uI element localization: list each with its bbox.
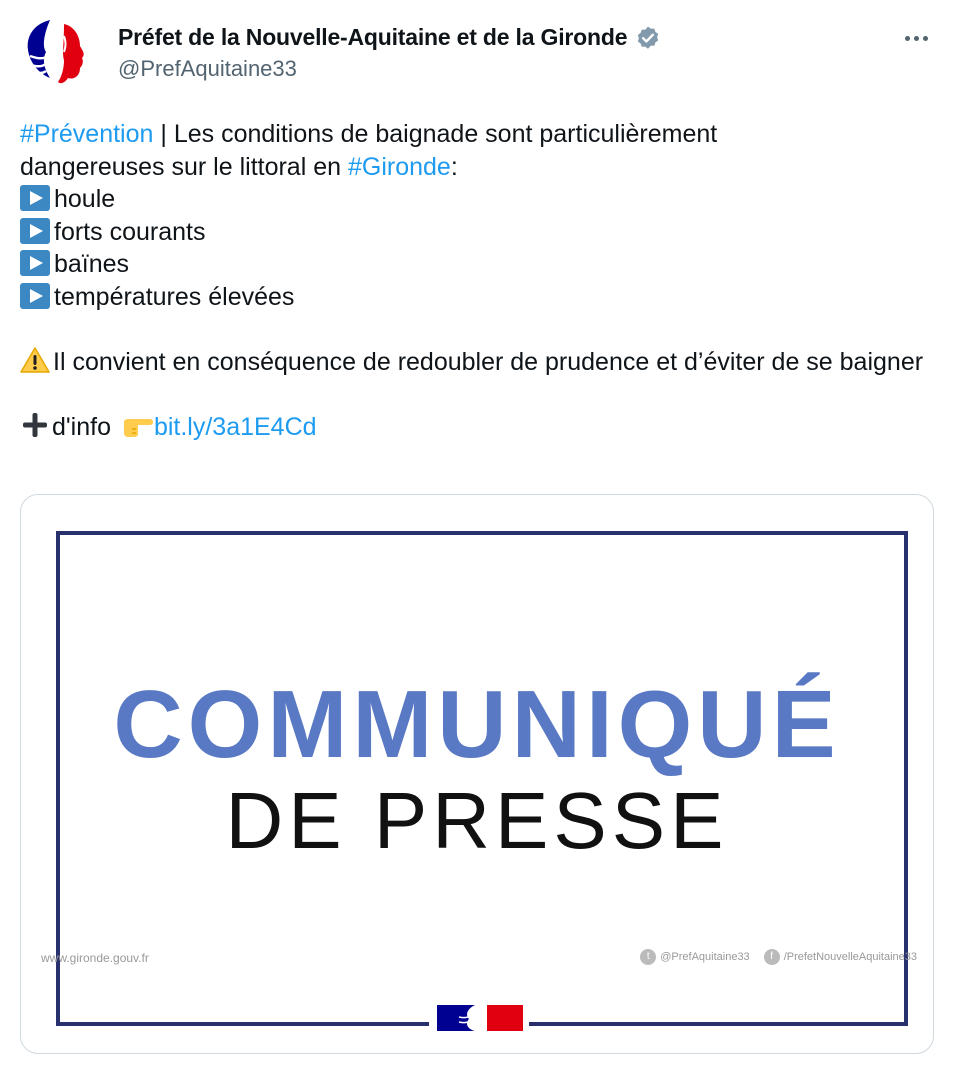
plus-icon <box>23 412 47 437</box>
bullet-label: forts courants <box>54 217 206 246</box>
twitter-handle: @PrefAquitaine33 <box>660 951 750 963</box>
warning-icon <box>20 346 50 373</box>
bullet-label: températures élevées <box>54 282 295 311</box>
tweet-text: #Prévention | Les conditions de baignade… <box>20 118 930 443</box>
bitly-link[interactable]: bit.ly/3a1E4Cd <box>154 413 317 441</box>
bullet-item: températures élevées <box>20 281 930 314</box>
tweet-line: dangereuses sur le littoral en #Gironde: <box>20 151 930 184</box>
marianne-logo-avatar[interactable] <box>20 16 100 86</box>
warning-line: Il convient en conséquence de redoubler … <box>20 346 930 379</box>
tweet-text-segment: | Les conditions de baignade sont partic… <box>153 120 718 148</box>
hashtag-gironde-link[interactable]: #Gironde <box>348 153 451 181</box>
bullet-item: baïnes <box>20 248 930 281</box>
verified-badge-icon[interactable] <box>635 25 661 51</box>
info-text: d'info <box>52 412 118 441</box>
warning-text: Il convient en conséquence de redoubler … <box>53 347 924 376</box>
twitter-icon: t <box>640 949 657 965</box>
press-title-line1: COMMUNIQUÉ <box>113 671 841 778</box>
facebook-handle: /PrefetNouvelleAquitaine33 <box>783 951 917 963</box>
bullet-label: baïnes <box>54 250 130 278</box>
author-handle[interactable]: @PrefAquitaine33 <box>118 56 297 82</box>
author-name-row[interactable]: Préfet de la Nouvelle-Aquitaine et de la… <box>118 24 661 51</box>
press-title-line2: DE PRESSE <box>225 776 729 865</box>
tweet-text-segment: : <box>450 152 458 181</box>
hashtag-prevention-link[interactable]: #Prévention <box>20 120 153 148</box>
info-line: d'info bit.ly/3a1E4Cd <box>20 411 930 444</box>
more-options-icon[interactable] <box>900 22 932 54</box>
marianne-flag-logo <box>429 1003 529 1033</box>
play-button-icon <box>20 185 50 211</box>
tweet-media-image[interactable]: COMMUNIQUÉ DE PRESSE www.gironde.gouv.fr… <box>20 494 934 1054</box>
bullet-item: houle <box>20 183 930 216</box>
play-button-icon <box>20 250 50 276</box>
facebook-icon: f <box>763 949 780 965</box>
play-button-icon <box>20 282 50 309</box>
tweet-line: #Prévention | Les conditions de baignade… <box>20 118 930 151</box>
tweet-text-segment: dangereuses sur le littoral en <box>20 152 348 181</box>
author-display-name[interactable]: Préfet de la Nouvelle-Aquitaine et de la… <box>118 24 627 51</box>
bullet-label: houle <box>54 185 116 213</box>
pointing-hand-icon <box>123 418 153 437</box>
bullet-item: forts courants <box>20 216 930 249</box>
social-handles: t @PrefAquitaine33 f /PrefetNouvelleAqui… <box>640 949 917 965</box>
play-button-icon <box>20 217 50 244</box>
website-text: www.gironde.gouv.fr <box>41 951 149 965</box>
